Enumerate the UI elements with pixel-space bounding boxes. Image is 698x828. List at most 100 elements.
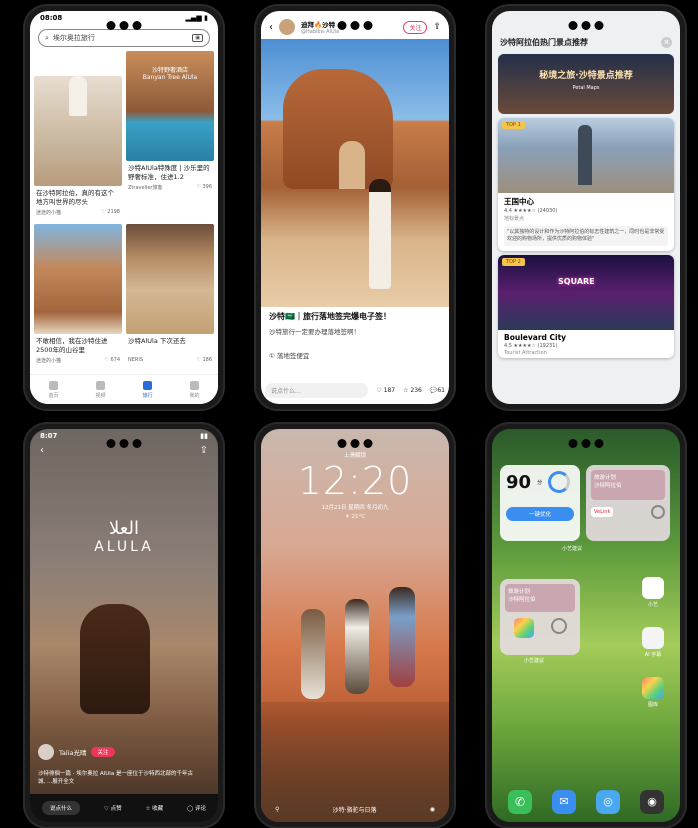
tab-mine[interactable]: 我的 bbox=[189, 380, 200, 399]
poi-image: TOP 2 SQUARE bbox=[498, 255, 674, 330]
card-likes: ♡ 396 bbox=[196, 184, 212, 190]
travel-card[interactable]: 旅游计划 沙特阿拉伯 bbox=[591, 470, 665, 500]
follow-button[interactable]: 关注 bbox=[91, 747, 115, 757]
battery-widget[interactable]: 90 分 一键优化 bbox=[500, 465, 580, 541]
poi-name: 王国中心 bbox=[504, 197, 534, 206]
rider-on-horse bbox=[80, 604, 150, 714]
star-button[interactable]: ☆ 收藏 bbox=[145, 804, 163, 812]
feed-card[interactable]: 不敢相信，我在沙特住进2500年的山谷里 迷途的小猫 ♡ 674 bbox=[34, 224, 122, 368]
card-image bbox=[34, 76, 122, 186]
logo-arabic: العلا bbox=[109, 518, 139, 539]
comment-button[interactable]: ◯ 评论 bbox=[187, 804, 206, 812]
comment-input[interactable]: 说点什么... bbox=[265, 383, 369, 398]
widget-label: 小艺建议 bbox=[524, 658, 545, 664]
voelink-app[interactable]: VeLink bbox=[591, 507, 614, 517]
author-name[interactable]: Talia光晴 bbox=[59, 747, 86, 757]
suggest-widget[interactable]: 旅游计划 沙特阿拉伯 bbox=[500, 579, 580, 655]
lock-screen: 上滑解锁 12:20 12月21日 星期四 冬月初九 ☀ 21°C ⚲ 沙特·骆… bbox=[261, 429, 449, 822]
share-icon[interactable]: ⇪ bbox=[200, 445, 208, 456]
tab-video[interactable]: 视频 bbox=[95, 380, 106, 399]
likes-count: 186 bbox=[202, 357, 212, 363]
ai-caption-app-icon[interactable] bbox=[642, 627, 664, 649]
author-name[interactable]: 迪拜🔥沙特 bbox=[301, 19, 339, 29]
video-caption: 沙特徘徊一篇 · 埃尔奥拉 AlUla 是一座位于沙特西北部的千年古城, ...… bbox=[38, 771, 193, 785]
back-icon[interactable]: ‹ bbox=[40, 445, 44, 456]
post-image[interactable] bbox=[261, 39, 449, 307]
person-figure bbox=[345, 599, 369, 694]
battery-icon: ▮▮ bbox=[200, 432, 208, 440]
front-camera bbox=[568, 439, 604, 448]
card-title: 沙特AlUla特殊度 | 沙乐里的野奢标准，住进1.2 bbox=[128, 164, 210, 181]
star-button[interactable]: ☆ 236 bbox=[403, 387, 422, 394]
gallery-app-icon[interactable] bbox=[642, 677, 664, 699]
follow-button[interactable]: 关注 bbox=[403, 20, 428, 34]
tab-label: 视频 bbox=[95, 392, 106, 399]
tab-label: 首页 bbox=[48, 392, 59, 399]
person-figure bbox=[301, 609, 325, 699]
poi-card[interactable]: TOP 1 王国中心 4.4 ★★★★☆ (24030) 地标景点 "以其独特的… bbox=[498, 118, 674, 251]
front-camera bbox=[337, 21, 373, 30]
travel-title: 旅游计划 bbox=[594, 475, 617, 481]
suggest-widget[interactable]: 旅游计划 沙特阿拉伯 VeLink bbox=[586, 465, 670, 541]
poi-card[interactable]: TOP 2 SQUARE Boulevard City 4.5 ★★★★☆ (1… bbox=[498, 255, 674, 358]
like-button[interactable]: ♡ 187 bbox=[376, 387, 395, 394]
camels bbox=[261, 702, 449, 822]
comment-input[interactable]: 说点什么 bbox=[41, 801, 80, 815]
feed-card[interactable]: 在沙特阿拉伯，真的有这个地方叫世界的尽头 迷途的小猫 ♡ 2198 bbox=[34, 51, 122, 220]
front-camera bbox=[106, 439, 142, 448]
avatar[interactable] bbox=[279, 19, 295, 35]
front-camera bbox=[568, 21, 604, 30]
search-input[interactable]: ⌕ 埃尔奥拉旅行 ▣ bbox=[38, 29, 210, 47]
wallpaper-caption: 沙特·骆驼与日落 bbox=[332, 807, 377, 814]
score-ring bbox=[548, 471, 571, 493]
camera-icon[interactable]: ◉ bbox=[640, 790, 664, 814]
messages-icon[interactable]: ✉ bbox=[552, 790, 576, 814]
tower-shape bbox=[578, 125, 592, 185]
comment-button[interactable]: 💬61 bbox=[430, 387, 445, 394]
flashlight-icon[interactable]: ⚲ bbox=[275, 806, 279, 813]
unlock-hint: 上滑解锁 bbox=[343, 453, 366, 459]
post-tag[interactable]: ① 落地签便宜 bbox=[261, 348, 449, 362]
scan-icon[interactable]: ▣ bbox=[192, 34, 203, 42]
like-button[interactable]: ♡ 点赞 bbox=[104, 804, 122, 812]
home-icon bbox=[48, 380, 58, 390]
status-time: 8:07 bbox=[40, 432, 58, 440]
browser-icon[interactable]: ◎ bbox=[596, 790, 620, 814]
travel-sub: 沙特阿拉伯 bbox=[594, 483, 622, 489]
feed-card[interactable]: 沙特野奢酒店 Banyan Tree AlUla 沙特AlUla特殊度 | 沙乐… bbox=[126, 51, 214, 220]
tab-label: 我的 bbox=[189, 392, 200, 399]
phone-1: 08:08 ▂▄▆ ▮ ⌕ 埃尔奥拉旅行 ▣ 在沙特阿拉伯，真的有这个地方叫世界的… bbox=[25, 6, 223, 409]
avatar[interactable] bbox=[38, 744, 54, 760]
optimize-button[interactable]: 一键优化 bbox=[506, 507, 574, 521]
phone-2: ‹ 迪拜🔥沙特 @Habibis AlUla 关注 ⇪ 沙特🇸🇦｜旅行落地签完爆… bbox=[256, 6, 454, 409]
camera-icon[interactable]: ◉ bbox=[430, 806, 435, 813]
person-figure bbox=[389, 587, 415, 687]
xiaoyi-app-icon[interactable] bbox=[642, 577, 664, 599]
refresh-icon[interactable] bbox=[550, 618, 567, 634]
poi-name: Boulevard City bbox=[504, 333, 567, 342]
feed-card[interactable]: 沙特AlUla 下次还去 NERIS ♡ 186 bbox=[126, 224, 214, 368]
refresh-icon[interactable] bbox=[651, 505, 665, 519]
post-subtitle: 沙特旅行一定要办理落地签啊！ bbox=[269, 328, 360, 336]
likes-count: 2198 bbox=[107, 209, 120, 215]
close-icon[interactable]: × bbox=[661, 37, 672, 48]
promo-banner[interactable]: 秘境之旅·沙特景点推荐 Petal Maps bbox=[498, 54, 674, 114]
gallery-icon[interactable] bbox=[513, 618, 534, 638]
person-figure bbox=[369, 179, 391, 289]
post-title: 沙特🇸🇦｜旅行落地签完爆电子签！ bbox=[269, 312, 391, 321]
share-icon[interactable]: ⇪ bbox=[433, 22, 441, 32]
card-author: 迷途的小猫 bbox=[36, 358, 62, 364]
card-overlay-text: 沙特野奢酒店 Banyan Tree AlUla bbox=[142, 67, 198, 81]
back-icon[interactable]: ‹ bbox=[269, 22, 273, 33]
front-camera bbox=[106, 21, 142, 30]
travel-card[interactable]: 旅游计划 沙特阿拉伯 bbox=[505, 584, 575, 612]
card-author: NERIS bbox=[128, 357, 144, 363]
likes-count: 674 bbox=[110, 357, 120, 363]
tab-label: 旅行 bbox=[142, 392, 153, 399]
phone-icon[interactable]: ✆ bbox=[508, 790, 532, 814]
post-actions: 说点什么... ♡ 187 ☆ 236 💬61 bbox=[265, 383, 445, 398]
tab-home[interactable]: 首页 bbox=[48, 380, 59, 399]
signal-icon: ▂▄▆ ▮ bbox=[185, 14, 208, 22]
search-placeholder: 埃尔奥拉旅行 bbox=[52, 34, 95, 42]
tab-travel[interactable]: 旅行 bbox=[142, 380, 153, 399]
